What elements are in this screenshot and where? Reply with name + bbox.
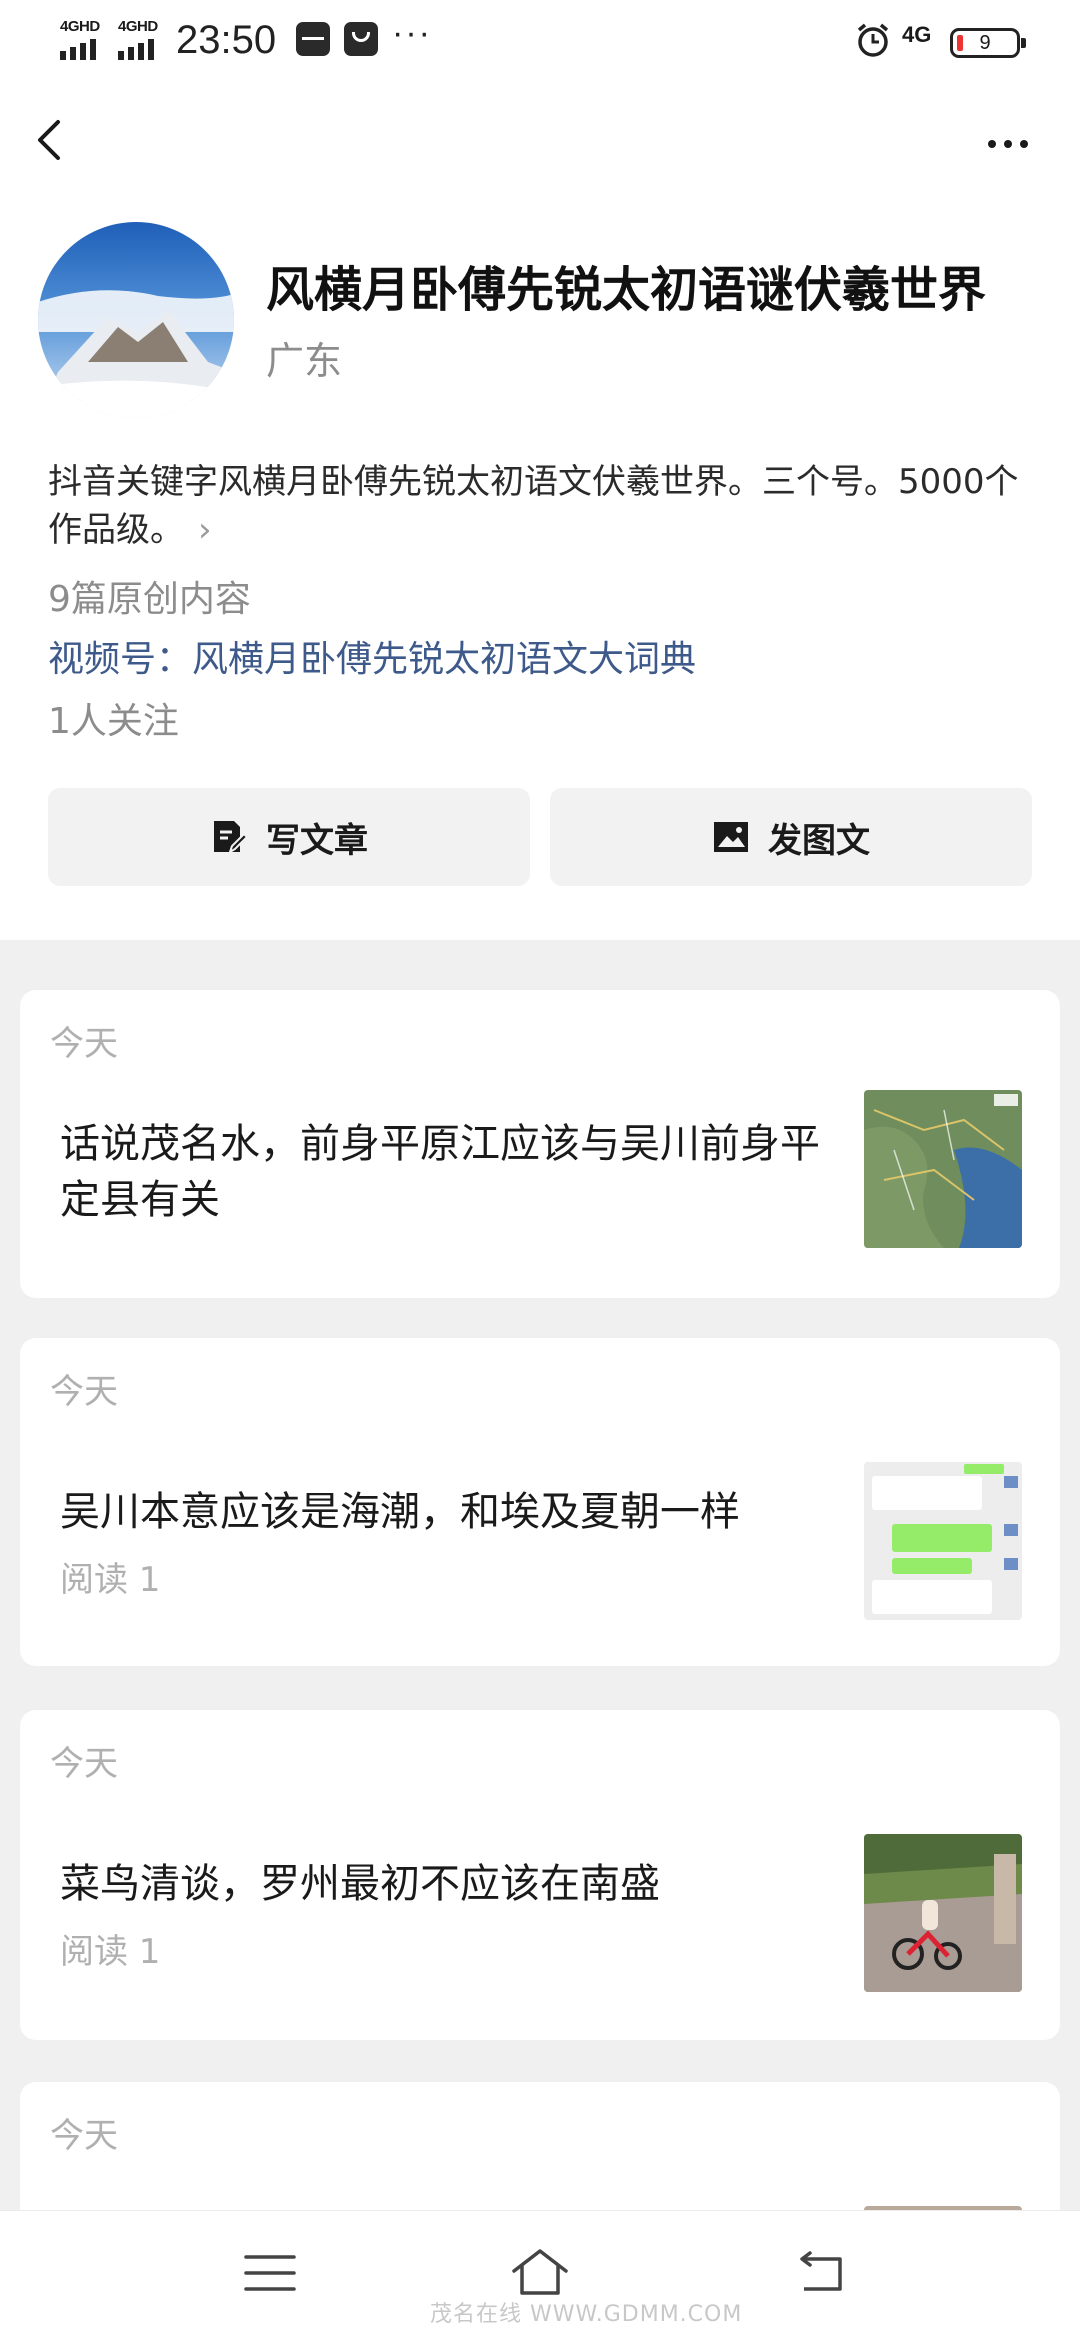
signal-4ghd-1-icon: 4GHD — [60, 18, 112, 60]
original-content-count[interactable]: 9篇原创内容 — [48, 570, 251, 622]
post-date: 今天 — [50, 1024, 118, 1064]
signal-label: 4GHD — [60, 18, 100, 35]
avatar[interactable] — [38, 222, 234, 418]
battery-icon: 9 — [950, 28, 1026, 58]
post-image-text-label: 发图文 — [768, 820, 870, 861]
post-read-count: 阅读 1 — [60, 1932, 161, 1972]
status-time: 23:50 — [176, 18, 277, 62]
post-date: 今天 — [50, 2116, 118, 2156]
signal-4ghd-2-icon: 4GHD — [118, 18, 170, 60]
chevron-right-icon: › — [198, 510, 212, 550]
bio-text: 抖音关键字风横月卧傅先锐太初语文伏羲世界。三个号。5000个作品级。 — [48, 462, 1019, 550]
menu-icon[interactable] — [238, 2245, 302, 2301]
post-thumbnail-photo — [864, 1834, 1022, 1992]
post-title: 菜鸟清谈，罗州最初不应该在南盛 — [60, 1861, 660, 1907]
account-name: 风横月卧傅先锐太初语谜伏羲世界 — [266, 262, 987, 318]
home-icon[interactable] — [508, 2245, 572, 2301]
message-icon — [344, 22, 378, 56]
wallet-icon — [296, 22, 330, 56]
image-icon — [714, 822, 748, 852]
write-icon — [214, 821, 248, 855]
post-date: 今天 — [50, 1744, 118, 1784]
write-article-label: 写文章 — [266, 820, 368, 861]
feed-card-3[interactable]: 今天 菜鸟清谈，罗州最初不应该在南盛 阅读 1 — [20, 1710, 1060, 2040]
account-region: 广东 — [266, 339, 343, 383]
status-bar: 4GHD 4GHD 23:50 ··· 4G 9 — [0, 0, 1080, 86]
write-article-button[interactable]: 写文章 — [48, 788, 530, 886]
back-icon[interactable] — [28, 110, 72, 170]
signal-label: 4GHD — [118, 18, 158, 35]
channel-link[interactable]: 视频号：风横月卧傅先锐太初语文大词典 — [48, 630, 696, 682]
post-thumbnail-map — [864, 1090, 1022, 1248]
followers-count: 1人关注 — [48, 701, 179, 742]
network-4g-icon: 4G — [902, 22, 932, 47]
post-image-text-button[interactable]: 发图文 — [550, 788, 1032, 886]
post-title: 吴川本意应该是海潮，和埃及夏朝一样 — [60, 1489, 740, 1535]
feed-card-1[interactable]: 今天 话说茂名水，前身平原江应该与吴川前身平定县有关 — [20, 990, 1060, 1298]
return-icon[interactable] — [790, 2245, 854, 2301]
post-title: 话说茂名水，前身平原江应该与吴川前身平定县有关 — [60, 1121, 820, 1223]
post-read-count: 阅读 1 — [60, 1560, 161, 1600]
post-thumbnail-chat — [864, 1462, 1022, 1620]
battery-percent: 9 — [979, 32, 991, 54]
account-bio[interactable]: 抖音关键字风横月卧傅先锐太初语文伏羲世界。三个号。5000个作品级。 › — [48, 458, 1044, 554]
more-notifications-icon: ··· — [392, 14, 432, 52]
watermark: 茂名在线 WWW.GDMM.COM — [430, 2302, 743, 2327]
alarm-icon — [857, 23, 889, 57]
feed-card-2[interactable]: 今天 吴川本意应该是海潮，和埃及夏朝一样 阅读 1 — [20, 1338, 1060, 1666]
post-date: 今天 — [50, 1372, 118, 1412]
more-icon[interactable] — [980, 118, 1040, 158]
